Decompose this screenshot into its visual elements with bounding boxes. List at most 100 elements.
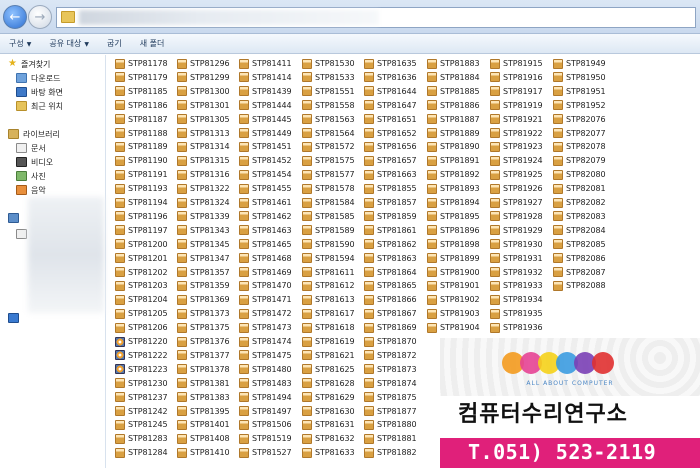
file-item[interactable]: STP81376 bbox=[177, 335, 230, 348]
file-item[interactable]: STP82076 bbox=[553, 113, 606, 126]
file-item[interactable]: STP81590 bbox=[302, 238, 355, 251]
file-item[interactable]: STP81902 bbox=[427, 293, 480, 306]
file-item[interactable]: STP81206 bbox=[115, 321, 168, 334]
file-item[interactable]: STP81377 bbox=[177, 349, 230, 362]
file-item[interactable]: STP81189 bbox=[115, 140, 168, 153]
file-item[interactable]: STP81928 bbox=[490, 210, 543, 223]
file-item[interactable]: STP81584 bbox=[302, 196, 355, 209]
file-item[interactable]: STP81469 bbox=[239, 266, 292, 279]
file-item[interactable]: STP81465 bbox=[239, 238, 292, 251]
file-item[interactable]: STP81299 bbox=[177, 71, 230, 84]
file-item[interactable]: STP81657 bbox=[364, 154, 417, 167]
file-item[interactable]: STP82087 bbox=[553, 266, 606, 279]
nav-music[interactable]: 음악 bbox=[16, 183, 46, 197]
file-item[interactable]: STP81917 bbox=[490, 85, 543, 98]
file-item[interactable]: STP81378 bbox=[177, 363, 230, 376]
file-item[interactable]: STP81411 bbox=[239, 57, 292, 70]
file-item[interactable]: STP81631 bbox=[302, 418, 355, 431]
file-item[interactable]: STP81890 bbox=[427, 140, 480, 153]
file-item[interactable]: STP81222 bbox=[115, 349, 168, 362]
file-item[interactable]: STP81921 bbox=[490, 113, 543, 126]
file-item[interactable]: STP81359 bbox=[177, 279, 230, 292]
file-item[interactable]: STP81866 bbox=[364, 293, 417, 306]
file-item[interactable]: STP81629 bbox=[302, 391, 355, 404]
file-item[interactable]: STP81322 bbox=[177, 182, 230, 195]
file-item[interactable]: STP81656 bbox=[364, 140, 417, 153]
file-item[interactable]: STP82086 bbox=[553, 252, 606, 265]
file-item[interactable]: STP82083 bbox=[553, 210, 606, 223]
file-item[interactable]: STP81887 bbox=[427, 113, 480, 126]
file-item[interactable]: STP81925 bbox=[490, 168, 543, 181]
file-item[interactable]: STP81369 bbox=[177, 293, 230, 306]
file-item[interactable]: STP81926 bbox=[490, 182, 543, 195]
file-item[interactable]: STP81924 bbox=[490, 154, 543, 167]
file-item[interactable]: STP82084 bbox=[553, 224, 606, 237]
file-item[interactable]: STP81563 bbox=[302, 113, 355, 126]
file-item[interactable]: STP81530 bbox=[302, 57, 355, 70]
file-item[interactable]: STP81444 bbox=[239, 99, 292, 112]
file-item[interactable]: STP81630 bbox=[302, 405, 355, 418]
file-item[interactable]: STP81462 bbox=[239, 210, 292, 223]
file-item[interactable]: STP81952 bbox=[553, 99, 606, 112]
file-item[interactable]: STP81242 bbox=[115, 405, 168, 418]
file-item[interactable]: STP81882 bbox=[364, 446, 417, 459]
file-item[interactable]: STP81916 bbox=[490, 71, 543, 84]
file-item[interactable]: STP81927 bbox=[490, 196, 543, 209]
file-item[interactable]: STP81316 bbox=[177, 168, 230, 181]
file-item[interactable]: STP81472 bbox=[239, 307, 292, 320]
file-item[interactable]: STP81896 bbox=[427, 224, 480, 237]
file-item[interactable]: STP82081 bbox=[553, 182, 606, 195]
file-item[interactable]: STP81343 bbox=[177, 224, 230, 237]
file-item[interactable]: STP81855 bbox=[364, 182, 417, 195]
file-item[interactable]: STP81471 bbox=[239, 293, 292, 306]
file-item[interactable]: STP81636 bbox=[364, 71, 417, 84]
file-item[interactable]: STP81558 bbox=[302, 99, 355, 112]
file-item[interactable]: STP81647 bbox=[364, 99, 417, 112]
file-item[interactable]: STP81461 bbox=[239, 196, 292, 209]
address-input[interactable] bbox=[56, 7, 696, 28]
file-item[interactable]: STP81861 bbox=[364, 224, 417, 237]
nav-network[interactable] bbox=[8, 311, 23, 325]
file-item[interactable]: STP81414 bbox=[239, 71, 292, 84]
file-item[interactable]: STP81578 bbox=[302, 182, 355, 195]
file-item[interactable]: STP81205 bbox=[115, 307, 168, 320]
back-button[interactable]: ← bbox=[3, 5, 27, 29]
file-item[interactable]: STP81572 bbox=[302, 140, 355, 153]
burn-button[interactable]: 굽기 bbox=[98, 38, 131, 49]
file-item[interactable]: STP81585 bbox=[302, 210, 355, 223]
file-item[interactable]: STP81324 bbox=[177, 196, 230, 209]
file-item[interactable]: STP81196 bbox=[115, 210, 168, 223]
file-item[interactable]: STP82077 bbox=[553, 127, 606, 140]
file-item[interactable]: STP81904 bbox=[427, 321, 480, 334]
file-item[interactable]: STP81930 bbox=[490, 238, 543, 251]
file-item[interactable]: STP81877 bbox=[364, 405, 417, 418]
file-item[interactable]: STP81313 bbox=[177, 127, 230, 140]
file-item[interactable]: STP81483 bbox=[239, 377, 292, 390]
file-item[interactable]: STP81201 bbox=[115, 252, 168, 265]
file-item[interactable]: STP81237 bbox=[115, 391, 168, 404]
forward-button[interactable]: → bbox=[28, 5, 52, 29]
file-item[interactable]: STP81885 bbox=[427, 85, 480, 98]
file-item[interactable]: STP81315 bbox=[177, 154, 230, 167]
file-item[interactable]: STP81901 bbox=[427, 279, 480, 292]
file-item[interactable]: STP81880 bbox=[364, 418, 417, 431]
file-item[interactable]: STP81197 bbox=[115, 224, 168, 237]
file-item[interactable]: STP81519 bbox=[239, 432, 292, 445]
file-item[interactable]: STP81533 bbox=[302, 71, 355, 84]
file-item[interactable]: STP81632 bbox=[302, 432, 355, 445]
file-item[interactable]: STP81395 bbox=[177, 405, 230, 418]
file-item[interactable]: STP81883 bbox=[427, 57, 480, 70]
file-item[interactable]: STP81618 bbox=[302, 321, 355, 334]
file-item[interactable]: STP81935 bbox=[490, 307, 543, 320]
file-item[interactable]: STP81345 bbox=[177, 238, 230, 251]
file-item[interactable]: STP81891 bbox=[427, 154, 480, 167]
file-item[interactable]: STP81220 bbox=[115, 335, 168, 348]
nav-favorites[interactable]: ★ 즐겨찾기 bbox=[8, 57, 50, 71]
file-item[interactable]: STP81410 bbox=[177, 446, 230, 459]
file-item[interactable]: STP81872 bbox=[364, 349, 417, 362]
file-item[interactable]: STP81933 bbox=[490, 279, 543, 292]
nav-libraries[interactable]: 라이브러리 bbox=[8, 127, 60, 141]
file-item[interactable]: STP81375 bbox=[177, 321, 230, 334]
file-item[interactable]: STP81870 bbox=[364, 335, 417, 348]
file-item[interactable]: STP81245 bbox=[115, 418, 168, 431]
